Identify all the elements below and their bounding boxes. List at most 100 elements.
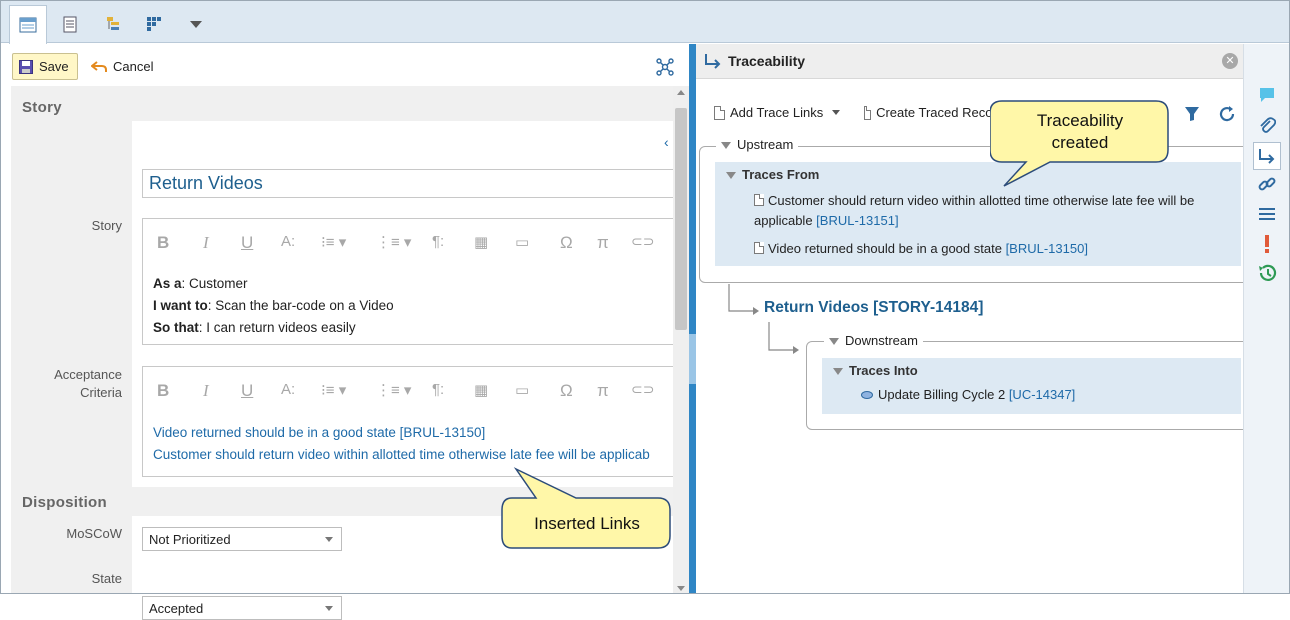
paragraph-icon[interactable]: ¶: xyxy=(432,233,444,250)
links-button[interactable] xyxy=(1256,173,1278,195)
trace-item[interactable]: Customer should return video within allo… xyxy=(754,191,1236,231)
traceability-header: Traceability ✕ xyxy=(696,44,1243,79)
trace-item[interactable]: Video returned should be in a good state… xyxy=(754,239,1088,259)
math-icon[interactable]: π xyxy=(597,381,609,401)
acceptance-rte-toolbar: B I U A: ⁝≡ ▾ ⋮≡ ▾ ¶: ▦ ▭ Ω π ⊂⊃ xyxy=(143,367,681,417)
table-icon[interactable]: ▦ xyxy=(474,233,488,251)
tab-tree-view[interactable] xyxy=(95,5,133,43)
editor-toolbar: Save Cancel xyxy=(1,44,689,86)
math-icon[interactable]: π xyxy=(597,233,609,253)
current-record-link[interactable]: Return Videos [STORY-14184] xyxy=(764,299,983,317)
tab-document-view[interactable] xyxy=(51,5,89,43)
underline-icon[interactable]: U xyxy=(241,381,253,401)
scroll-thumb[interactable] xyxy=(675,108,687,330)
refresh-icon[interactable] xyxy=(1218,105,1236,123)
network-diagram-button[interactable] xyxy=(656,58,674,79)
state-selected-value: Accepted xyxy=(149,600,204,616)
underline-icon[interactable]: U xyxy=(241,233,253,253)
history-button[interactable] xyxy=(1256,262,1278,284)
traceability-button[interactable] xyxy=(1253,142,1281,170)
document-icon xyxy=(63,16,77,32)
create-traced-record-button[interactable]: Create Traced Record xyxy=(864,105,1004,120)
trace-arrow-icon xyxy=(705,54,721,69)
font-size-icon[interactable]: A: xyxy=(281,233,295,250)
attachments-button[interactable] xyxy=(1256,114,1278,136)
traceability-callout-text: Traceability created xyxy=(1036,111,1124,152)
traces-into-node[interactable]: Traces Into xyxy=(833,363,918,378)
save-button-label: Save xyxy=(39,59,69,74)
traceability-title: Traceability xyxy=(728,53,806,69)
moscow-selected-value: Not Prioritized xyxy=(149,531,231,547)
issues-button[interactable] xyxy=(1256,233,1278,255)
bullet-list-icon[interactable]: ⋮≡ ▾ xyxy=(376,233,411,251)
filter-icon[interactable] xyxy=(1184,106,1200,122)
inserted-links-callout-bubble xyxy=(501,467,671,549)
story-line-3: So that: I can return videos easily xyxy=(153,320,356,335)
acceptance-rte-content[interactable]: Video returned should be in a good state… xyxy=(143,417,681,470)
acceptance-criteria-editor[interactable]: B I U A: ⁝≡ ▾ ⋮≡ ▾ ¶: ▦ ▭ Ω π ⊂⊃ Video r… xyxy=(142,366,682,477)
collapse-chevron-icon[interactable]: ‹ xyxy=(664,134,669,150)
trace-item-id-link[interactable]: [BRUL-13150] xyxy=(1006,241,1088,256)
traces-into-label: Traces Into xyxy=(849,363,918,378)
list-icon xyxy=(1259,208,1275,220)
save-button[interactable]: Save xyxy=(12,53,78,80)
scroll-down-arrow-icon[interactable] xyxy=(677,586,685,591)
image-icon[interactable]: ▭ xyxy=(515,381,529,399)
traces-from-node[interactable]: Traces From xyxy=(726,167,819,182)
trace-item-id-link[interactable]: [UC-14347] xyxy=(1009,387,1075,402)
state-select[interactable]: Accepted xyxy=(142,596,342,620)
numbered-list-icon[interactable]: ⁝≡ ▾ xyxy=(321,233,346,251)
moscow-select[interactable]: Not Prioritized xyxy=(142,527,342,551)
table-icon[interactable]: ▦ xyxy=(474,381,488,399)
story-rich-text-editor[interactable]: B I U A: ⁝≡ ▾ ⋮≡ ▾ ¶: ▦ ▭ Ω π ⊂⊃ As a: C… xyxy=(142,218,682,345)
italic-icon[interactable]: I xyxy=(203,233,209,253)
inserted-link[interactable]: Video returned should be in a good state… xyxy=(153,422,671,444)
link-icon[interactable]: ⊂⊃ xyxy=(631,381,654,398)
story-line-2: I want to: Scan the bar-code on a Video xyxy=(153,298,394,313)
tab-form-view[interactable] xyxy=(9,5,47,44)
link-icon[interactable]: ⊂⊃ xyxy=(631,233,654,250)
special-character-icon[interactable]: Ω xyxy=(560,233,573,253)
comments-button[interactable] xyxy=(1256,84,1278,106)
close-icon[interactable]: ✕ xyxy=(1222,53,1238,69)
numbered-list-icon[interactable]: ⁝≡ ▾ xyxy=(321,381,346,399)
trace-item-id-link[interactable]: [BRUL-13151] xyxy=(816,213,898,228)
upstream-node[interactable]: Upstream xyxy=(716,137,799,152)
tab-more-dropdown[interactable] xyxy=(177,5,215,43)
downstream-label: Downstream xyxy=(845,333,918,348)
special-character-icon[interactable]: Ω xyxy=(560,381,573,401)
document-icon xyxy=(864,105,872,120)
collapse-triangle-icon[interactable] xyxy=(833,368,843,376)
tree-view-icon xyxy=(107,17,119,30)
cancel-button[interactable]: Cancel xyxy=(91,53,153,80)
panel-splitter[interactable] xyxy=(689,44,696,594)
story-rte-content[interactable]: As a: Customer I want to: Scan the bar-c… xyxy=(143,269,681,343)
add-trace-links-button[interactable]: Add Trace Links xyxy=(714,105,841,120)
list-button[interactable] xyxy=(1256,203,1278,225)
grid-icon xyxy=(147,17,161,31)
scroll-up-arrow-icon[interactable] xyxy=(677,90,685,95)
bold-icon[interactable]: B xyxy=(157,381,169,401)
image-icon[interactable]: ▭ xyxy=(515,233,529,251)
bullet-list-icon[interactable]: ⋮≡ ▾ xyxy=(376,381,411,399)
story-section-title: Story xyxy=(22,99,62,116)
history-clock-icon xyxy=(1259,264,1277,281)
bold-icon[interactable]: B xyxy=(157,233,169,253)
italic-icon[interactable]: I xyxy=(203,381,209,401)
collapse-triangle-icon[interactable] xyxy=(721,142,731,150)
collapse-triangle-icon[interactable] xyxy=(726,172,736,180)
document-icon xyxy=(754,194,764,206)
tab-grid-view[interactable] xyxy=(135,5,173,43)
trace-item[interactable]: Update Billing Cycle 2 [UC-14347] xyxy=(861,387,1075,402)
network-icon xyxy=(656,58,674,76)
cancel-button-label: Cancel xyxy=(113,59,154,74)
downstream-node[interactable]: Downstream xyxy=(824,333,923,348)
collapse-triangle-icon[interactable] xyxy=(829,338,839,346)
form-scrollbar[interactable] xyxy=(673,86,689,594)
paragraph-icon[interactable]: ¶: xyxy=(432,381,444,398)
record-name-input[interactable]: Return Videos xyxy=(142,169,682,198)
inserted-link[interactable]: Customer should return video within allo… xyxy=(153,444,671,466)
font-size-icon[interactable]: A: xyxy=(281,381,295,398)
splitter-handle[interactable] xyxy=(689,334,696,384)
state-label: State xyxy=(91,571,122,586)
